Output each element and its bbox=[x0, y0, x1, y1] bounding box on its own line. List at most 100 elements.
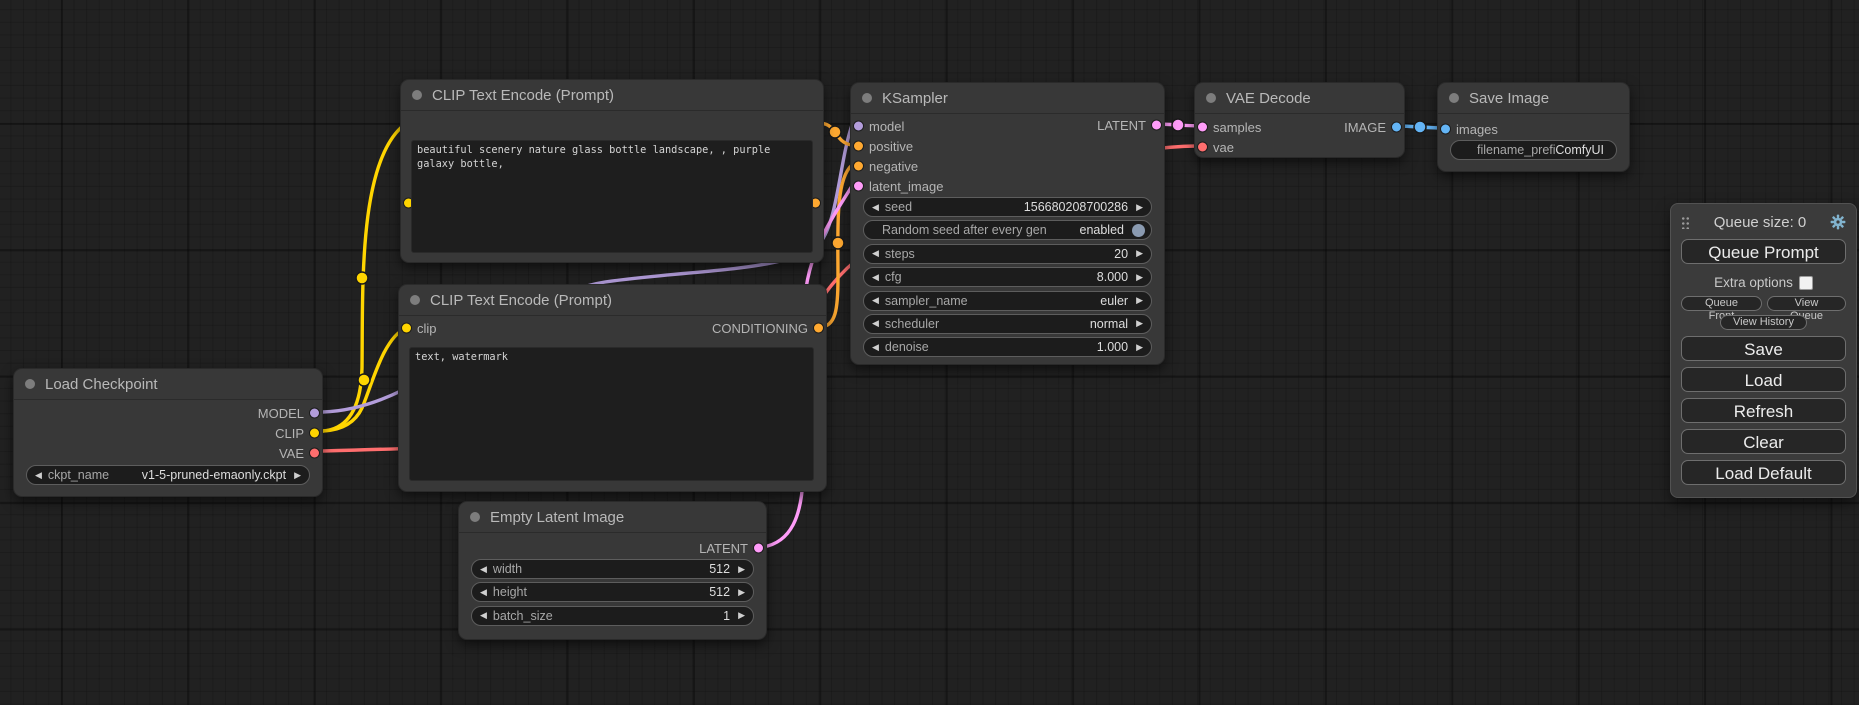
refresh-button[interactable]: Refresh bbox=[1681, 398, 1846, 423]
view-queue-button[interactable]: View Queue bbox=[1767, 296, 1846, 311]
next-arrow-icon[interactable]: ▶ bbox=[294, 471, 301, 480]
scheduler-widget[interactable]: ◀ scheduler normal ▶ bbox=[863, 314, 1152, 334]
increment-arrow-icon[interactable]: ▶ bbox=[1136, 319, 1143, 328]
filename-prefix-widget[interactable]: filename_prefix ComfyUI bbox=[1450, 140, 1617, 160]
output-port-latent[interactable]: LATENT bbox=[1097, 115, 1164, 135]
decrement-arrow-icon[interactable]: ◀ bbox=[480, 588, 487, 597]
output-port-latent[interactable]: LATENT bbox=[699, 538, 766, 558]
image-port-dot[interactable] bbox=[1441, 125, 1450, 134]
input-port-positive[interactable]: positive bbox=[851, 136, 913, 156]
decrement-arrow-icon[interactable]: ◀ bbox=[480, 565, 487, 574]
random-seed-toggle-widget[interactable]: Random seed after every gen enabled bbox=[863, 220, 1152, 240]
node-empty-latent-image[interactable]: Empty Latent Image LATENT ◀ width 512 ▶ … bbox=[458, 501, 767, 640]
collapse-dot-icon[interactable] bbox=[1206, 93, 1216, 103]
node-load-checkpoint[interactable]: Load Checkpoint MODEL CLIP VAE ◀ ckpt_na… bbox=[13, 368, 323, 497]
node-title-bar[interactable]: Empty Latent Image bbox=[459, 502, 766, 533]
latent-port-dot[interactable] bbox=[1198, 123, 1207, 132]
node-title-bar[interactable]: CLIP Text Encode (Prompt) bbox=[401, 80, 823, 111]
vae-port-dot[interactable] bbox=[310, 449, 319, 458]
node-vae-decode[interactable]: VAE Decode samples vae IMAGE bbox=[1194, 82, 1405, 158]
clip-port-dot[interactable] bbox=[402, 324, 411, 333]
latent-port-dot[interactable] bbox=[1152, 121, 1161, 130]
model-port-dot[interactable] bbox=[310, 409, 319, 418]
conditioning-port-dot[interactable] bbox=[854, 142, 863, 151]
queue-front-button[interactable]: Queue Front bbox=[1681, 296, 1762, 311]
height-widget[interactable]: ◀ height 512 ▶ bbox=[471, 582, 754, 602]
load-button[interactable]: Load bbox=[1681, 367, 1846, 392]
decrement-arrow-icon[interactable]: ◀ bbox=[872, 343, 879, 352]
prompt-textarea[interactable]: beautiful scenery nature glass bottle la… bbox=[411, 140, 813, 253]
node-clip-text-encode-positive[interactable]: CLIP Text Encode (Prompt) clip CONDITION… bbox=[400, 79, 824, 263]
settings-gear-icon[interactable] bbox=[1830, 214, 1846, 230]
input-port-images[interactable]: images bbox=[1438, 119, 1498, 139]
extra-options-checkbox[interactable] bbox=[1799, 276, 1813, 290]
node-title-bar[interactable]: CLIP Text Encode (Prompt) bbox=[399, 285, 826, 316]
previous-arrow-icon[interactable]: ◀ bbox=[35, 471, 42, 480]
node-save-image[interactable]: Save Image images filename_prefix ComfyU… bbox=[1437, 82, 1630, 172]
denoise-widget[interactable]: ◀ denoise 1.000 ▶ bbox=[863, 337, 1152, 357]
view-history-button[interactable]: View History bbox=[1720, 315, 1807, 330]
decrement-arrow-icon[interactable]: ◀ bbox=[480, 611, 487, 620]
cfg-widget[interactable]: ◀ cfg 8.000 ▶ bbox=[863, 267, 1152, 287]
toggle-dot[interactable] bbox=[1132, 224, 1145, 237]
latent-port-dot[interactable] bbox=[754, 544, 763, 553]
width-widget[interactable]: ◀ width 512 ▶ bbox=[471, 559, 754, 579]
clear-button[interactable]: Clear bbox=[1681, 429, 1846, 454]
save-button[interactable]: Save bbox=[1681, 336, 1846, 361]
decrement-arrow-icon[interactable]: ◀ bbox=[872, 273, 879, 282]
increment-arrow-icon[interactable]: ▶ bbox=[738, 588, 745, 597]
increment-arrow-icon[interactable]: ▶ bbox=[1136, 343, 1143, 352]
node-title-bar[interactable]: KSampler bbox=[851, 83, 1164, 114]
increment-arrow-icon[interactable]: ▶ bbox=[1136, 203, 1143, 212]
output-port-model[interactable]: MODEL bbox=[258, 403, 322, 423]
model-port-dot[interactable] bbox=[854, 122, 863, 131]
collapse-dot-icon[interactable] bbox=[862, 93, 872, 103]
collapse-dot-icon[interactable] bbox=[1449, 93, 1459, 103]
drag-handle-icon[interactable] bbox=[1681, 216, 1690, 229]
clip-port-dot[interactable] bbox=[310, 429, 319, 438]
increment-arrow-icon[interactable]: ▶ bbox=[738, 611, 745, 620]
input-port-clip[interactable]: clip bbox=[399, 318, 437, 338]
node-clip-text-encode-negative[interactable]: CLIP Text Encode (Prompt) clip CONDITION… bbox=[398, 284, 827, 492]
node-title-bar[interactable]: Load Checkpoint bbox=[14, 369, 322, 400]
collapse-dot-icon[interactable] bbox=[470, 512, 480, 522]
input-port-vae[interactable]: vae bbox=[1195, 137, 1234, 157]
output-port-conditioning[interactable]: CONDITIONING bbox=[712, 318, 826, 338]
latent-port-dot[interactable] bbox=[854, 182, 863, 191]
seed-widget[interactable]: ◀ seed 156680208700286 ▶ bbox=[863, 197, 1152, 217]
sampler-name-widget[interactable]: ◀ sampler_name euler ▶ bbox=[863, 291, 1152, 311]
input-port-model[interactable]: model bbox=[851, 116, 904, 136]
vae-port-dot[interactable] bbox=[1198, 143, 1207, 152]
batch-size-widget[interactable]: ◀ batch_size 1 ▶ bbox=[471, 606, 754, 626]
collapse-dot-icon[interactable] bbox=[412, 90, 422, 100]
load-default-button[interactable]: Load Default bbox=[1681, 460, 1846, 485]
output-port-image[interactable]: IMAGE bbox=[1344, 117, 1404, 137]
decrement-arrow-icon[interactable]: ◀ bbox=[872, 319, 879, 328]
conditioning-port-dot[interactable] bbox=[854, 162, 863, 171]
prompt-textarea[interactable]: text, watermark bbox=[409, 347, 814, 481]
ckpt-name-widget[interactable]: ◀ ckpt_name v1-5-pruned-emaonly.ckpt ▶ bbox=[26, 465, 310, 485]
graph-canvas[interactable]: CLIP Text Encode (Prompt) clip CONDITION… bbox=[0, 0, 1859, 705]
input-port-latent-image[interactable]: latent_image bbox=[851, 176, 943, 196]
increment-arrow-icon[interactable]: ▶ bbox=[1136, 273, 1143, 282]
collapse-dot-icon[interactable] bbox=[410, 295, 420, 305]
port-label: LATENT bbox=[699, 541, 748, 556]
input-port-negative[interactable]: negative bbox=[851, 156, 918, 176]
decrement-arrow-icon[interactable]: ◀ bbox=[872, 249, 879, 258]
node-title-bar[interactable]: Save Image bbox=[1438, 83, 1629, 114]
output-port-vae[interactable]: VAE bbox=[279, 443, 322, 463]
conditioning-port-dot[interactable] bbox=[814, 324, 823, 333]
steps-widget[interactable]: ◀ steps 20 ▶ bbox=[863, 244, 1152, 264]
decrement-arrow-icon[interactable]: ◀ bbox=[872, 203, 879, 212]
queue-prompt-button[interactable]: Queue Prompt bbox=[1681, 239, 1846, 264]
input-port-samples[interactable]: samples bbox=[1195, 117, 1261, 137]
node-title-bar[interactable]: VAE Decode bbox=[1195, 83, 1404, 114]
node-ksampler[interactable]: KSampler model positive negative latent_… bbox=[850, 82, 1165, 365]
increment-arrow-icon[interactable]: ▶ bbox=[1136, 249, 1143, 258]
decrement-arrow-icon[interactable]: ◀ bbox=[872, 296, 879, 305]
output-port-clip[interactable]: CLIP bbox=[275, 423, 322, 443]
image-port-dot[interactable] bbox=[1392, 123, 1401, 132]
increment-arrow-icon[interactable]: ▶ bbox=[738, 565, 745, 574]
collapse-dot-icon[interactable] bbox=[25, 379, 35, 389]
increment-arrow-icon[interactable]: ▶ bbox=[1136, 296, 1143, 305]
